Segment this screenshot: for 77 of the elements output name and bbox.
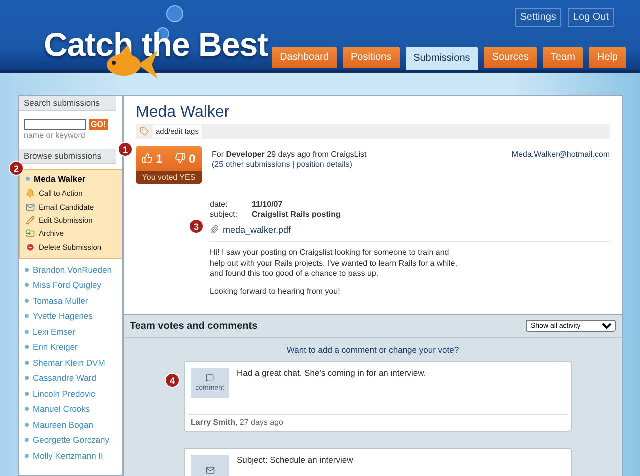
candidate-name: Meda Walker [136, 104, 231, 122]
envelope-icon [26, 202, 35, 212]
separator-text: ) [350, 160, 352, 170]
activity-byline: Larry Smith, 27 days ago [188, 414, 568, 431]
message-paragraph: Hi! I saw your posting on Craigslist looking for someone to train and help out with your Rails projects. I've wanted to learn Rails for a while, and found this too good of a chance to pass up. [210, 248, 458, 280]
message-paragraph: Looking forward to hearing from you! [210, 287, 342, 298]
envelope-icon [206, 466, 214, 474]
nav-tab[interactable]: Team [542, 47, 584, 68]
bullet-icon [25, 376, 29, 380]
candidate-link[interactable]: Maureen Bogan [33, 420, 94, 430]
bullet-icon [25, 268, 29, 272]
bullet-icon [25, 407, 29, 412]
bullet-icon [25, 454, 29, 458]
field-label: subject: [210, 210, 239, 221]
callout-marker: 2 [9, 161, 24, 176]
email-address: Meda.Walker@hotmail.com [512, 149, 610, 161]
pencil-icon [26, 216, 35, 225]
candidate-link[interactable]: Shemar Klein DVM [33, 358, 106, 368]
candidate-link[interactable]: Tomasa Muller [33, 296, 88, 306]
logo-text[interactable]: Catch the Best [44, 26, 268, 64]
bullet-icon [25, 360, 29, 365]
delete-icon [26, 242, 35, 252]
thumbs-up-icon[interactable] [142, 153, 154, 164]
sidebar-heading: Search submissions [19, 96, 116, 111]
field-value: 11/10/07 [252, 200, 284, 210]
candidate-link[interactable]: Lexi Emser [33, 326, 76, 337]
text-link[interactable]: 25 other submissions [214, 160, 290, 170]
text-link[interactable]: position details [296, 160, 350, 170]
vote-status: You voted YES [136, 171, 202, 184]
candidate-link[interactable]: Yvette Hagenes [33, 311, 94, 322]
go-button[interactable]: GO! [89, 119, 108, 130]
current-candidate: Meda Walker [34, 174, 86, 184]
attachment-link[interactable]: meda_walker.pdf [210, 224, 610, 242]
activity-text: Subject: Schedule an interview [237, 455, 354, 467]
search-hint: name or keyword [23, 130, 86, 142]
candidate-link[interactable]: Erin Kreiger [33, 342, 78, 352]
bullet-icon [25, 314, 29, 318]
paperclip-icon [210, 225, 219, 234]
candidate-link[interactable]: Georgette Gorczany [33, 435, 110, 446]
separator-text: | [291, 160, 296, 170]
candidate-link[interactable]: Miss Ford Quigley [33, 280, 102, 290]
folder-icon [26, 229, 35, 238]
header-button[interactable]: Settings [515, 8, 562, 27]
candidate-link[interactable]: Brandon VonRueden [33, 264, 112, 275]
nav-tab[interactable]: Help [589, 47, 626, 68]
bullet-icon [25, 283, 29, 288]
yes-count: 1 [156, 152, 163, 166]
activity-text: Had a great chat. She's coming in for an interview. [237, 368, 426, 380]
candidate-link[interactable]: Molly Kertzmann II [33, 450, 104, 461]
candidate-link[interactable]: Cassandre Ward [33, 373, 96, 384]
no-count: 0 [189, 152, 196, 166]
nav-tab[interactable]: Positions [343, 47, 400, 68]
thumbs-down-icon[interactable] [175, 153, 186, 164]
candidate-link[interactable]: Manuel Crooks [33, 404, 90, 414]
comment-prompt[interactable]: Want to add a comment or change your vote? [124, 338, 622, 361]
nav-tab[interactable]: Dashboard [272, 47, 337, 68]
bullet-icon [25, 298, 29, 303]
nav-tab[interactable]: Sources [484, 47, 537, 68]
bullet-icon [25, 392, 29, 396]
search-field[interactable] [24, 119, 86, 130]
header-button[interactable]: Log Out [568, 8, 614, 27]
bullet-icon [25, 438, 29, 442]
nav-tab[interactable]: Submissions [406, 47, 478, 70]
tag-icon [140, 127, 149, 136]
candidate-link[interactable]: Lincoln Predovic [33, 388, 96, 399]
submission-summary: For Developer 29 days ago from CraigsList [212, 150, 368, 160]
field-value: Craigslist Rails posting [252, 210, 342, 221]
section-title: Team votes and comments [130, 320, 258, 332]
field-label: date: [210, 200, 229, 210]
bell-icon [26, 189, 35, 198]
bullet-icon [26, 177, 30, 181]
speech-bubble-icon [206, 374, 214, 382]
sidebar-heading: Browse submissions [19, 149, 116, 164]
bullet-icon [25, 422, 29, 427]
bullet-icon [25, 330, 29, 334]
bullet-icon [25, 345, 29, 350]
separator-text: ( [212, 160, 215, 170]
